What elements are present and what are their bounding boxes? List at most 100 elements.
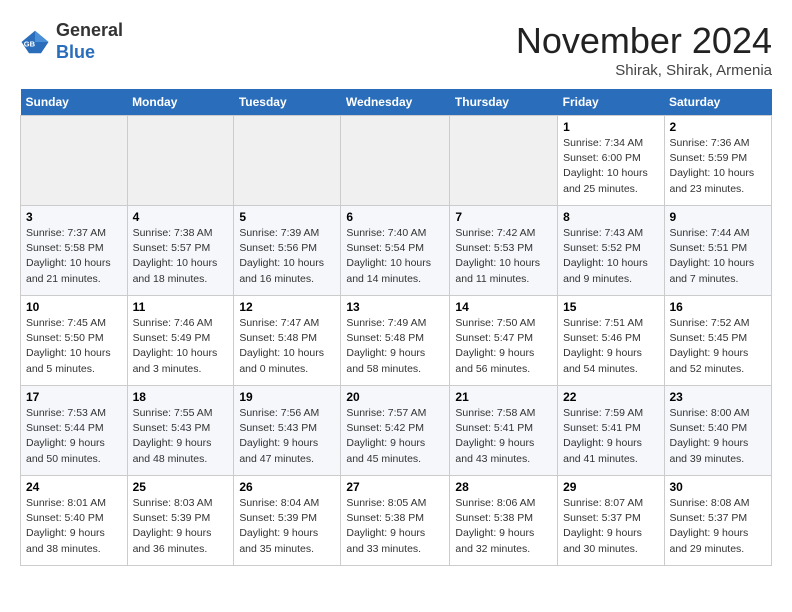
day-number: 5 <box>239 210 335 224</box>
calendar-cell: 5Sunrise: 7:39 AM Sunset: 5:56 PM Daylig… <box>234 206 341 296</box>
calendar-cell: 20 Sunrise: 7:57 AM Sunset: 5:42 PM Dayli… <box>341 386 450 476</box>
day-info: Sunrise: 7:51 AM Sunset: 5:46 PM Dayligh… <box>563 316 658 377</box>
weekday-header-row: SundayMondayTuesdayWednesdayThursdayFrid… <box>21 89 772 116</box>
day-info: Sunrise: 8:01 AM Sunset: 5:40 PM Dayligh… <box>26 496 122 557</box>
page-header: GB General Blue November 2024 Shirak, Sh… <box>20 20 772 79</box>
day-info: Sunrise: 7:59 AM Sunset: 5:41 PM Dayligh… <box>563 406 658 467</box>
day-info: Sunrise: 7:36 AM Sunset: 5:59 PM Dayligh… <box>670 136 767 197</box>
calendar-week-row: 1 Sunrise: 7:34 AM Sunset: 6:00 PM Daylig… <box>21 116 772 206</box>
calendar-cell: 23 Sunrise: 8:00 AM Sunset: 5:40 PM Dayli… <box>664 386 772 476</box>
title-area: November 2024 Shirak, Shirak, Armenia <box>516 20 772 79</box>
calendar-cell <box>341 116 450 206</box>
calendar-cell: 27 Sunrise: 8:05 AM Sunset: 5:38 PM Dayli… <box>341 476 450 566</box>
weekday-header: Friday <box>558 89 664 116</box>
day-number: 15 <box>563 300 658 314</box>
logo-general: General <box>56 20 123 40</box>
calendar-week-row: 17 Sunrise: 7:53 AM Sunset: 5:44 PM Dayli… <box>21 386 772 476</box>
calendar-table: SundayMondayTuesdayWednesdayThursdayFrid… <box>20 89 772 566</box>
day-number: 11 <box>133 300 229 314</box>
day-number: 7 <box>455 210 552 224</box>
weekday-header: Saturday <box>664 89 772 116</box>
day-number: 2 <box>670 120 767 134</box>
day-info: Sunrise: 8:06 AM Sunset: 5:38 PM Dayligh… <box>455 496 552 557</box>
day-number: 16 <box>670 300 767 314</box>
calendar-cell: 3 Sunrise: 7:37 AM Sunset: 5:58 PM Daylig… <box>21 206 128 296</box>
day-number: 20 <box>346 390 444 404</box>
calendar-cell: 29 Sunrise: 8:07 AM Sunset: 5:37 PM Dayli… <box>558 476 664 566</box>
day-number: 25 <box>133 480 229 494</box>
day-number: 28 <box>455 480 552 494</box>
day-info: Sunrise: 8:05 AM Sunset: 5:38 PM Dayligh… <box>346 496 444 557</box>
day-info: Sunrise: 8:00 AM Sunset: 5:40 PM Dayligh… <box>670 406 767 467</box>
calendar-week-row: 3 Sunrise: 7:37 AM Sunset: 5:58 PM Daylig… <box>21 206 772 296</box>
day-number: 8 <box>563 210 658 224</box>
calendar-cell: 26Sunrise: 8:04 AM Sunset: 5:39 PM Dayli… <box>234 476 341 566</box>
day-number: 27 <box>346 480 444 494</box>
calendar-cell <box>234 116 341 206</box>
location: Shirak, Shirak, Armenia <box>516 62 772 79</box>
day-info: Sunrise: 7:49 AM Sunset: 5:48 PM Dayligh… <box>346 316 444 377</box>
logo: GB General Blue <box>20 20 123 63</box>
day-info: Sunrise: 7:52 AM Sunset: 5:45 PM Dayligh… <box>670 316 767 377</box>
day-number: 9 <box>670 210 767 224</box>
day-info: Sunrise: 7:38 AM Sunset: 5:57 PM Dayligh… <box>133 226 229 287</box>
weekday-header: Sunday <box>21 89 128 116</box>
day-info: Sunrise: 8:07 AM Sunset: 5:37 PM Dayligh… <box>563 496 658 557</box>
calendar-cell: 11Sunrise: 7:46 AM Sunset: 5:49 PM Dayli… <box>127 296 234 386</box>
weekday-header: Thursday <box>450 89 558 116</box>
day-number: 4 <box>133 210 229 224</box>
day-info: Sunrise: 7:53 AM Sunset: 5:44 PM Dayligh… <box>26 406 122 467</box>
calendar-cell: 19 Sunrise: 7:56 AM Sunset: 5:43 PM Dayli… <box>234 386 341 476</box>
day-info: Sunrise: 7:43 AM Sunset: 5:52 PM Dayligh… <box>563 226 658 287</box>
calendar-cell: 15 Sunrise: 7:51 AM Sunset: 5:46 PM Dayli… <box>558 296 664 386</box>
day-number: 23 <box>670 390 767 404</box>
weekday-header: Wednesday <box>341 89 450 116</box>
day-info: Sunrise: 7:45 AM Sunset: 5:50 PM Dayligh… <box>26 316 122 377</box>
month-title: November 2024 <box>516 20 772 62</box>
calendar-cell: 10 Sunrise: 7:45 AM Sunset: 5:50 PM Dayli… <box>21 296 128 386</box>
day-info: Sunrise: 8:08 AM Sunset: 5:37 PM Dayligh… <box>670 496 767 557</box>
day-number: 3 <box>26 210 122 224</box>
day-info: Sunrise: 7:42 AM Sunset: 5:53 PM Dayligh… <box>455 226 552 287</box>
weekday-header: Monday <box>127 89 234 116</box>
day-number: 14 <box>455 300 552 314</box>
calendar-cell: 8 Sunrise: 7:43 AM Sunset: 5:52 PM Daylig… <box>558 206 664 296</box>
day-number: 13 <box>346 300 444 314</box>
calendar-cell: 6Sunrise: 7:40 AM Sunset: 5:54 PM Daylig… <box>341 206 450 296</box>
weekday-header: Tuesday <box>234 89 341 116</box>
day-number: 6 <box>346 210 444 224</box>
day-info: Sunrise: 7:58 AM Sunset: 5:41 PM Dayligh… <box>455 406 552 467</box>
day-number: 1 <box>563 120 658 134</box>
day-number: 12 <box>239 300 335 314</box>
day-info: Sunrise: 8:03 AM Sunset: 5:39 PM Dayligh… <box>133 496 229 557</box>
calendar-cell: 13 Sunrise: 7:49 AM Sunset: 5:48 PM Dayli… <box>341 296 450 386</box>
day-number: 21 <box>455 390 552 404</box>
calendar-cell: 7 Sunrise: 7:42 AM Sunset: 5:53 PM Daylig… <box>450 206 558 296</box>
calendar-cell: 12 Sunrise: 7:47 AM Sunset: 5:48 PM Dayli… <box>234 296 341 386</box>
calendar-cell <box>450 116 558 206</box>
day-number: 30 <box>670 480 767 494</box>
calendar-cell: 4 Sunrise: 7:38 AM Sunset: 5:57 PM Daylig… <box>127 206 234 296</box>
calendar-cell <box>21 116 128 206</box>
calendar-cell: 1 Sunrise: 7:34 AM Sunset: 6:00 PM Daylig… <box>558 116 664 206</box>
day-info: Sunrise: 7:50 AM Sunset: 5:47 PM Dayligh… <box>455 316 552 377</box>
day-info: Sunrise: 8:04 AM Sunset: 5:39 PM Dayligh… <box>239 496 335 557</box>
calendar-cell: 18Sunrise: 7:55 AM Sunset: 5:43 PM Dayli… <box>127 386 234 476</box>
day-info: Sunrise: 7:55 AM Sunset: 5:43 PM Dayligh… <box>133 406 229 467</box>
day-number: 17 <box>26 390 122 404</box>
calendar-cell: 16 Sunrise: 7:52 AM Sunset: 5:45 PM Dayli… <box>664 296 772 386</box>
day-info: Sunrise: 7:34 AM Sunset: 6:00 PM Dayligh… <box>563 136 658 197</box>
day-number: 10 <box>26 300 122 314</box>
calendar-week-row: 24Sunrise: 8:01 AM Sunset: 5:40 PM Dayli… <box>21 476 772 566</box>
day-number: 29 <box>563 480 658 494</box>
day-info: Sunrise: 7:44 AM Sunset: 5:51 PM Dayligh… <box>670 226 767 287</box>
calendar-cell: 30 Sunrise: 8:08 AM Sunset: 5:37 PM Dayli… <box>664 476 772 566</box>
calendar-cell <box>127 116 234 206</box>
calendar-cell: 24Sunrise: 8:01 AM Sunset: 5:40 PM Dayli… <box>21 476 128 566</box>
day-info: Sunrise: 7:47 AM Sunset: 5:48 PM Dayligh… <box>239 316 335 377</box>
day-info: Sunrise: 7:57 AM Sunset: 5:42 PM Dayligh… <box>346 406 444 467</box>
logo-blue: Blue <box>56 42 95 62</box>
day-info: Sunrise: 7:37 AM Sunset: 5:58 PM Dayligh… <box>26 226 122 287</box>
day-info: Sunrise: 7:56 AM Sunset: 5:43 PM Dayligh… <box>239 406 335 467</box>
day-number: 19 <box>239 390 335 404</box>
